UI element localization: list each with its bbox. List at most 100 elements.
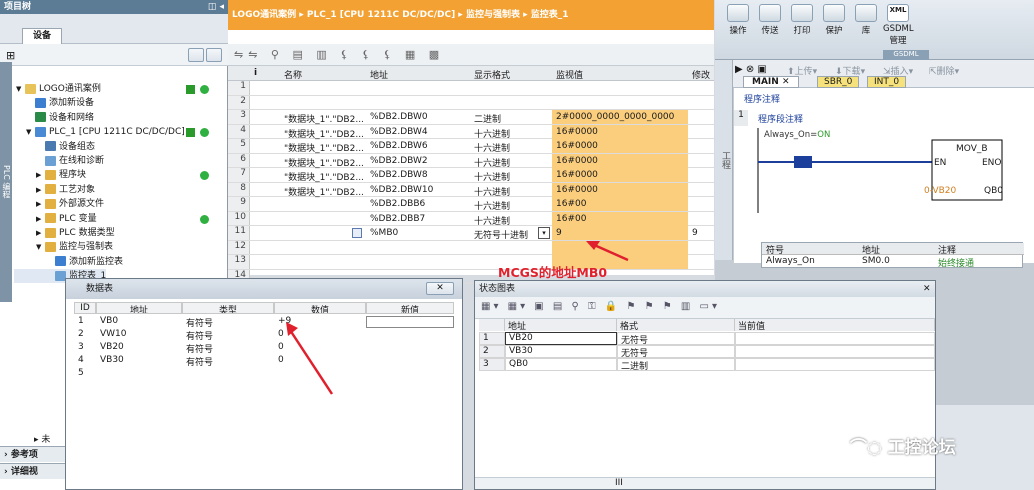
ribbon-button[interactable]: 操作 <box>723 4 753 36</box>
table-cell[interactable]: 无符号 <box>617 332 735 345</box>
table-row[interactable]: 11 %MB0 无符号十进制 9 9 ▾ <box>228 226 714 241</box>
expand-icon[interactable]: ▶ <box>36 226 45 240</box>
expand-icon[interactable]: ▶ <box>36 183 45 197</box>
tree-item[interactable]: 设备和网络 <box>14 111 94 125</box>
expand-icon[interactable]: ▶ <box>36 168 45 182</box>
table-cell[interactable] <box>366 316 454 328</box>
ribbon-label: 操作 <box>729 26 747 36</box>
table-cell[interactable] <box>735 332 935 345</box>
ribbon-button[interactable]: 传送 <box>755 4 785 36</box>
ribbon-icon <box>855 4 877 22</box>
table-cell[interactable]: 16#0000 <box>552 153 688 168</box>
expand-icon[interactable]: ▼ <box>16 82 25 96</box>
table-cell[interactable]: 16#0000 <box>552 124 688 139</box>
row-number: 8 <box>228 182 250 196</box>
table-cell[interactable]: VB30 <box>505 345 617 358</box>
row-number: 3 <box>228 110 250 124</box>
horizontal-scrollbar[interactable]: III <box>475 477 935 489</box>
tree-item[interactable]: ▼ LOGO通讯案例 <box>14 82 101 96</box>
tree-item[interactable]: 设备组态 <box>14 140 95 154</box>
collapse-icon[interactable]: ◫ ◂ <box>208 0 224 14</box>
tree-item-label: 设备和网络 <box>49 112 95 123</box>
expand-icon[interactable]: ▶ <box>36 197 45 211</box>
status-toolbar-icons[interactable]: ▦▾ ▦▾ ▣ ▤ ⚲ ⚿ 🔒 ⚑ ⚑ ⚑ ▥ ▭▾ <box>481 301 720 312</box>
table-cell[interactable]: 16#00 <box>552 211 688 226</box>
table-cell[interactable]: 2#0000_0000_0000_0000 <box>552 110 688 124</box>
tree-item[interactable]: 添加新监控表 <box>14 255 123 269</box>
close-icon[interactable]: ✕ <box>426 282 454 295</box>
table-row[interactable]: 2 <box>228 95 714 110</box>
tab-main[interactable]: MAIN ✕ <box>743 76 799 88</box>
table-cell[interactable]: VB20 <box>505 332 617 345</box>
network-comment: 程序段注释 <box>758 115 804 125</box>
editor-toolbar: ▶ ⊗ ▣ ⬆上传▾ ⬇下载▾ ⇲插入▾ ⇱删除▾ MAIN ✕ SBR_0 I… <box>715 60 1034 88</box>
folder-icon <box>45 213 56 224</box>
tree-item[interactable]: ▼ 监控与强制表 <box>14 240 113 254</box>
expand-icon[interactable]: ▼ <box>36 240 45 254</box>
table-cell[interactable]: 9 <box>692 228 698 238</box>
tree-item[interactable]: ▶ PLC 数据类型 <box>14 226 115 240</box>
tab-devices[interactable]: 设备 <box>22 28 62 44</box>
folder-icon <box>55 256 66 267</box>
table-row[interactable]: 5 "数据块_1"."DB2... %DB2.DBW6 十六进制 16#0000 <box>228 139 714 154</box>
table-cell[interactable]: 无符号 <box>617 345 735 358</box>
table-cell[interactable] <box>552 96 688 110</box>
tree-item[interactable]: ▼ PLC_1 [CPU 1211C DC/DC/DC] <box>14 125 185 139</box>
data-table-title: 数据表 <box>86 284 114 294</box>
tab-sbr0[interactable]: SBR_0 <box>817 76 860 88</box>
annotation-arrow-mb0 <box>586 241 629 262</box>
expand-icon[interactable]: ▶ <box>36 212 45 226</box>
table-cell: 3 <box>78 342 84 352</box>
table-cell: 有符号 <box>186 332 214 342</box>
table-cell[interactable]: 16#00 <box>552 197 688 211</box>
table-cell[interactable]: 16#0000 <box>552 182 688 197</box>
table-cell[interactable] <box>735 358 935 371</box>
table-cell: 十六进制 <box>474 144 511 154</box>
tree-item[interactable]: 添加新设备 <box>14 96 94 110</box>
tree-item[interactable]: ▶ PLC 变量 <box>14 212 97 226</box>
table-row[interactable]: 3 "数据块_1"."DB2... %DB2.DBW0 二进制 2#0000_0000_… <box>228 110 714 125</box>
table-row[interactable]: 4 "数据块_1"."DB2... %DB2.DBW4 十六进制 16#0000 <box>228 124 714 140</box>
ribbon-button[interactable]: 打印 <box>787 4 817 36</box>
table-cell[interactable] <box>552 81 688 95</box>
table-cell[interactable]: 16#0000 <box>552 168 688 182</box>
tree-item[interactable]: ▶ 程序块 <box>14 168 86 182</box>
scroll-thumb[interactable]: III <box>615 478 623 488</box>
editor-run-icons[interactable]: ▶ ⊗ ▣ <box>735 64 767 75</box>
ribbon-button[interactable]: 库 <box>851 4 881 36</box>
table-cell[interactable]: 二进制 <box>617 358 735 371</box>
folder-icon <box>45 227 56 238</box>
table-row[interactable]: 7 "数据块_1"."DB2... %DB2.DBW8 十六进制 16#0000 <box>228 168 714 183</box>
table-row[interactable]: 10 %DB2.DBB7 十六进制 16#00 <box>228 211 714 227</box>
table-cell[interactable]: 16#0000 <box>552 139 688 153</box>
table-row[interactable]: 12 <box>228 240 714 255</box>
status-check-icon <box>186 128 195 138</box>
ribbon-icon <box>727 4 749 22</box>
table-row[interactable]: 9 %DB2.DBB6 十六进制 16#00 <box>228 197 714 212</box>
ribbon-label: 打印 <box>793 26 811 36</box>
ribbon-button[interactable]: 保护 <box>819 4 849 36</box>
ribbon-button[interactable]: XML GSDML 管理 <box>883 4 914 46</box>
table-row[interactable]: 1 <box>228 81 714 96</box>
close-icon[interactable]: ✕ <box>923 281 931 297</box>
tree-item[interactable]: 在线和诊断 <box>14 154 104 168</box>
tree-options-button[interactable] <box>206 48 222 62</box>
table-row[interactable]: 13 <box>228 255 714 270</box>
tab-int0[interactable]: INT_0 <box>867 76 907 88</box>
tree-home-icon[interactable]: ⊞ <box>6 49 15 62</box>
dropdown-button[interactable]: ▾ <box>538 227 550 239</box>
table-cell[interactable]: QB0 <box>505 358 617 371</box>
table-cell: 十六进制 <box>474 202 511 212</box>
tree-item[interactable]: ▶ 外部源文件 <box>14 197 104 211</box>
tree-view-button[interactable] <box>188 48 204 62</box>
table-row[interactable]: 6 "数据块_1"."DB2... %DB2.DBW2 十六进制 16#0000 <box>228 153 714 169</box>
expand-icon[interactable]: ▼ <box>26 125 35 139</box>
tree-item[interactable]: ▶ 工艺对象 <box>14 183 95 197</box>
table-row[interactable]: 8 "数据块_1"."DB2... %DB2.DBW10 十六进制 16#0000 <box>228 182 714 198</box>
status-dot-icon <box>200 214 209 224</box>
table-cell[interactable] <box>735 345 935 358</box>
watch-toolbar-icons[interactable]: ⇋⇋ ⚲ ▤ ▥ ⚸ ⚸ ⚸ ▦ ▩ <box>234 48 444 61</box>
ribbon-icon <box>791 4 813 22</box>
folder-icon <box>35 97 46 108</box>
tree-bottom-item[interactable]: ▸ 未 <box>34 432 50 445</box>
